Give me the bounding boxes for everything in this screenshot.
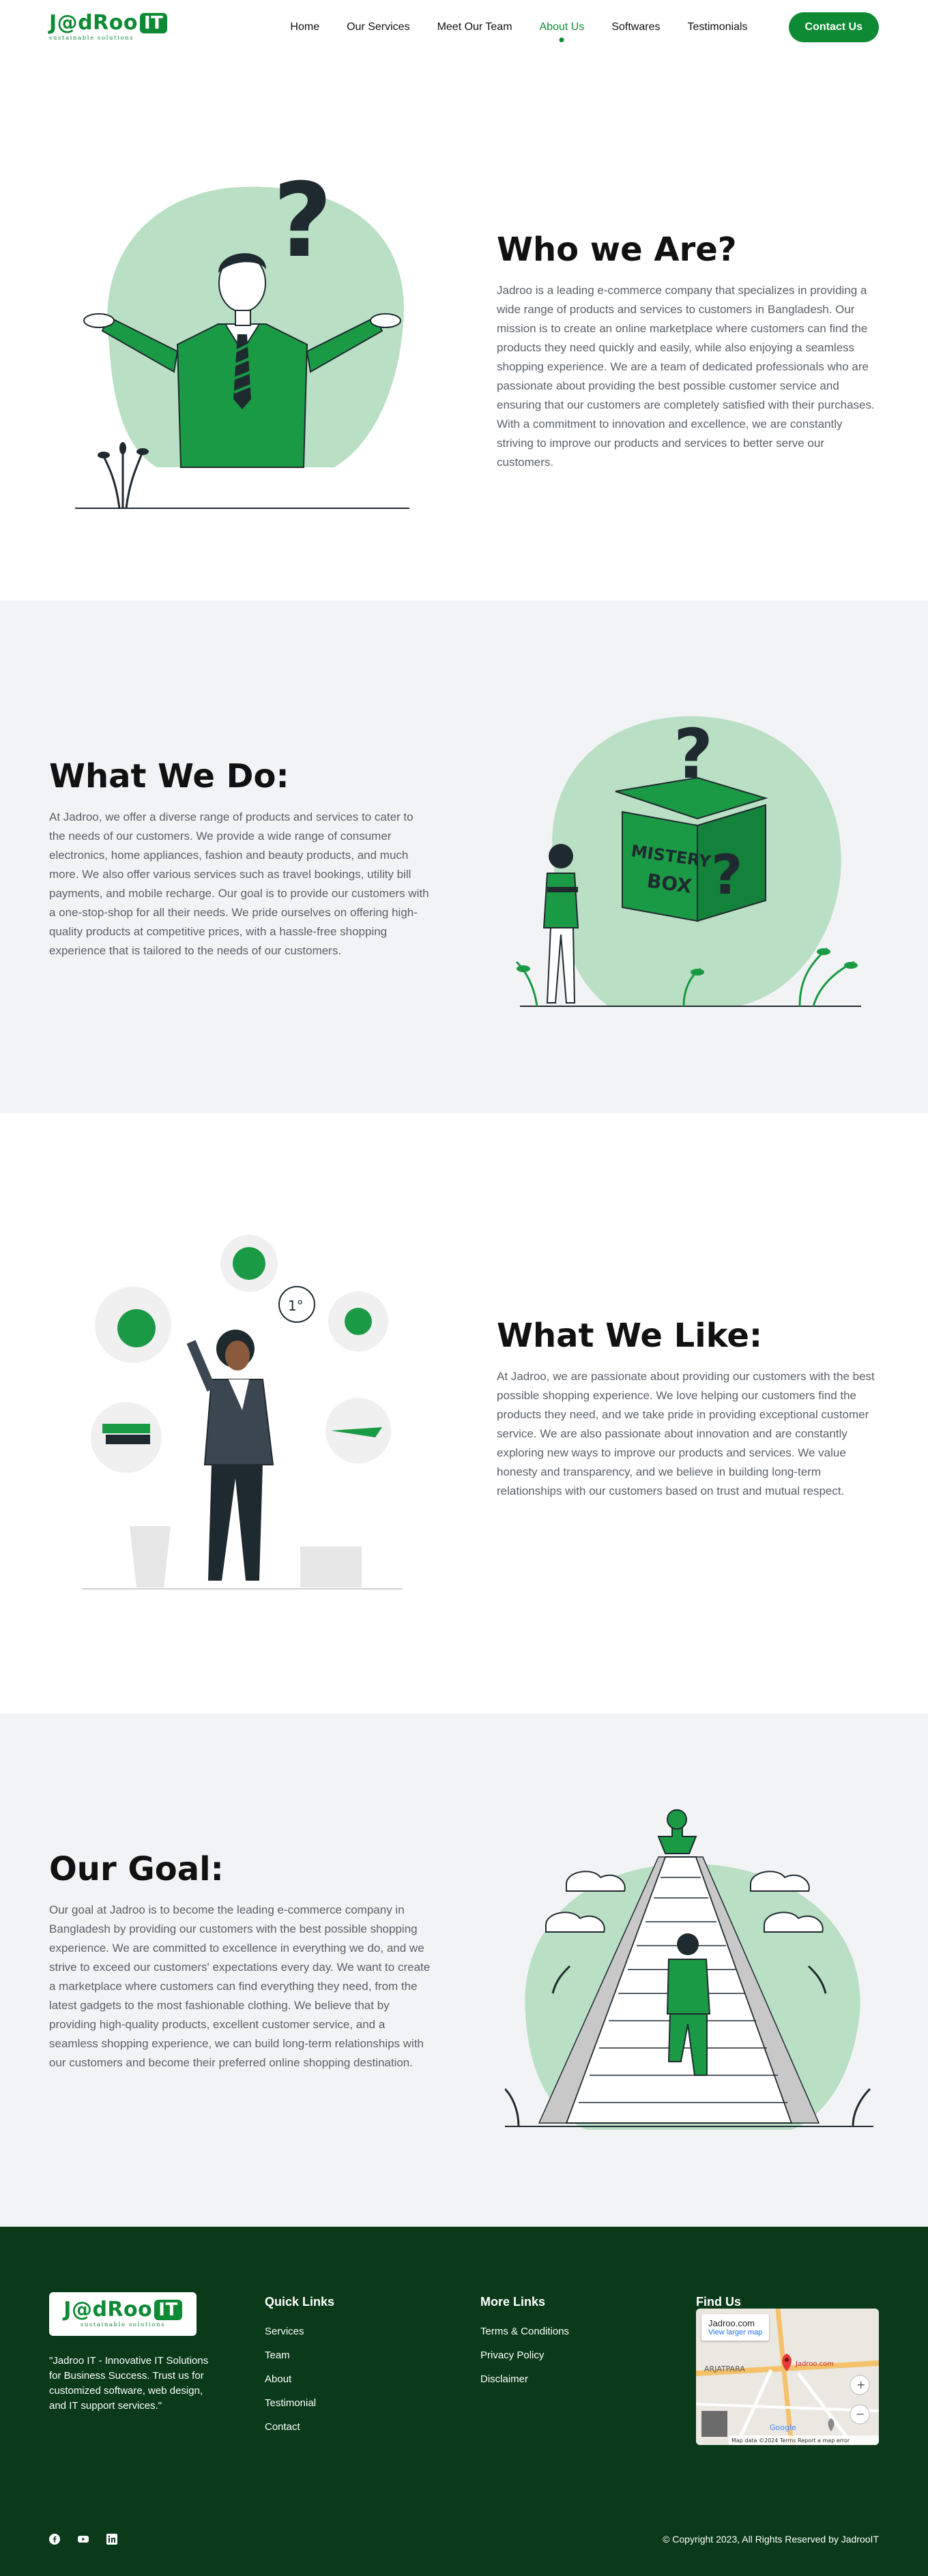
embedded-map[interactable]: + − Jadroo.com ARJATPARA Google Map data… <box>696 2309 879 2445</box>
what-we-do-body: At Jadroo, we offer a diverse range of p… <box>49 810 429 957</box>
who-we-are-text: Who we Are? Jadroo is a leading e-commer… <box>497 231 879 472</box>
quick-links-title: Quick Links <box>265 2295 335 2309</box>
logo-wordmark: J@dRoo IT <box>49 11 168 35</box>
youtube-icon[interactable] <box>78 2534 89 2545</box>
brand-logo[interactable]: J@dRoo IT sustainable solutions <box>49 11 168 42</box>
quick-links-column: Quick Links Services Team About Testimon… <box>265 2295 334 2445</box>
our-goal-text: Our Goal: Our goal at Jadroo is to becom… <box>49 1850 431 2073</box>
mystery-box-illustration: ? MISTERY BOX ? <box>515 714 861 1007</box>
map-google-mark: Google <box>770 2423 796 2432</box>
map-place-card: Jadroo.com View larger map <box>701 2314 770 2341</box>
nav-link-meet-our-team[interactable]: Meet Our Team <box>437 21 512 33</box>
find-us-title: Find Us <box>696 2295 741 2309</box>
our-goal-section: Our Goal: Our goal at Jadroo is to becom… <box>0 1714 928 2227</box>
footer-link-services[interactable]: Services <box>265 2326 334 2337</box>
footer-bottom-bar: © Copyright 2023, All Rights Reserved by… <box>49 2534 879 2545</box>
nav-link-about-us[interactable]: About Us <box>540 21 585 33</box>
map-place-name: Jadroo.com <box>708 2318 755 2328</box>
site-footer: J@dRoo IT sustainable solutions "Jadroo … <box>0 2227 928 2576</box>
footer-logo-main-text: J@dRoo <box>63 2298 153 2322</box>
who-we-are-section: ? Who we Are? Jadroo is a leading e-comm… <box>0 55 928 600</box>
what-we-do-text: What We Do: At Jadroo, we offer a divers… <box>49 757 431 961</box>
who-we-are-title: Who we Are? <box>497 231 737 269</box>
what-we-do-title: What We Do: <box>49 757 289 795</box>
nav-menu: Home Our Services Meet Our Team About Us… <box>290 21 747 33</box>
our-goal-body: Our goal at Jadroo is to become the lead… <box>49 1903 431 2069</box>
view-larger-map-link[interactable]: View larger map <box>708 2328 762 2337</box>
social-links <box>49 2534 117 2545</box>
footer-link-privacy[interactable]: Privacy Policy <box>480 2350 569 2361</box>
footer-logo-tagline: sustainable solutions <box>80 2322 166 2328</box>
what-we-like-body: At Jadroo, we are passionate about provi… <box>497 1370 875 1497</box>
svg-text:?: ? <box>711 843 742 907</box>
who-we-are-body: Jadroo is a leading e-commerce company t… <box>497 284 875 469</box>
footer-link-terms[interactable]: Terms & Conditions <box>480 2326 569 2337</box>
footer-logo-wordmark: J@dRoo IT <box>63 2300 182 2320</box>
footer-description: "Jadroo IT - Innovative IT Solutions for… <box>49 2355 209 2412</box>
business-woman-illustration: 1° <box>82 1235 403 1590</box>
footer-link-testimonial[interactable]: Testimonial <box>265 2397 334 2409</box>
temperature-label: 1° <box>288 1298 304 1314</box>
more-links-title: More Links <box>480 2295 546 2309</box>
footer-logo[interactable]: J@dRoo IT sustainable solutions <box>49 2292 197 2336</box>
nav-link-our-services[interactable]: Our Services <box>347 21 409 33</box>
what-we-like-section: 1° What We Like: At Jadroo, we are passi… <box>0 1113 928 1714</box>
linkedin-icon[interactable] <box>106 2534 117 2545</box>
nav-link-testimonials[interactable]: Testimonials <box>687 21 747 33</box>
logo-main-text: J@dRoo <box>49 11 138 35</box>
footer-link-contact[interactable]: Contact <box>265 2421 334 2433</box>
our-goal-title: Our Goal: <box>49 1850 224 1888</box>
stairs-to-trophy-illustration <box>505 1809 873 2130</box>
contact-us-button[interactable]: Contact Us <box>788 12 879 42</box>
footer-link-disclaimer[interactable]: Disclaimer <box>480 2373 569 2385</box>
logo-tagline: sustainable solutions <box>49 35 134 42</box>
more-links-column: More Links Terms & Conditions Privacy Po… <box>480 2295 569 2397</box>
map-area-label: ARJATPARA <box>704 2365 745 2373</box>
what-we-like-title: What We Like: <box>497 1317 763 1355</box>
what-we-like-text: What We Like: At Jadroo, we are passiona… <box>497 1317 879 1501</box>
nav-link-softwares[interactable]: Softwares <box>611 21 660 33</box>
svg-text:−: − <box>856 2407 865 2420</box>
nav-link-home[interactable]: Home <box>290 21 319 33</box>
footer-link-about[interactable]: About <box>265 2373 334 2385</box>
facebook-icon[interactable] <box>49 2534 60 2545</box>
svg-text:?: ? <box>273 162 332 280</box>
top-nav: J@dRoo IT sustainable solutions Home Our… <box>0 0 928 55</box>
map-pin-label: Jadroo.com <box>795 2360 834 2368</box>
confused-man-illustration: ? <box>75 162 409 509</box>
map-attribution: Map data ©2024 Terms Report a map error <box>731 2438 850 2444</box>
svg-text:+: + <box>856 2378 865 2391</box>
what-we-do-section: What We Do: At Jadroo, we offer a divers… <box>0 600 928 1113</box>
logo-it-badge: IT <box>139 13 168 33</box>
footer-logo-it-badge: IT <box>154 2300 182 2320</box>
copyright-text: © Copyright 2023, All Rights Reserved by… <box>663 2534 879 2545</box>
footer-link-team[interactable]: Team <box>265 2350 334 2361</box>
